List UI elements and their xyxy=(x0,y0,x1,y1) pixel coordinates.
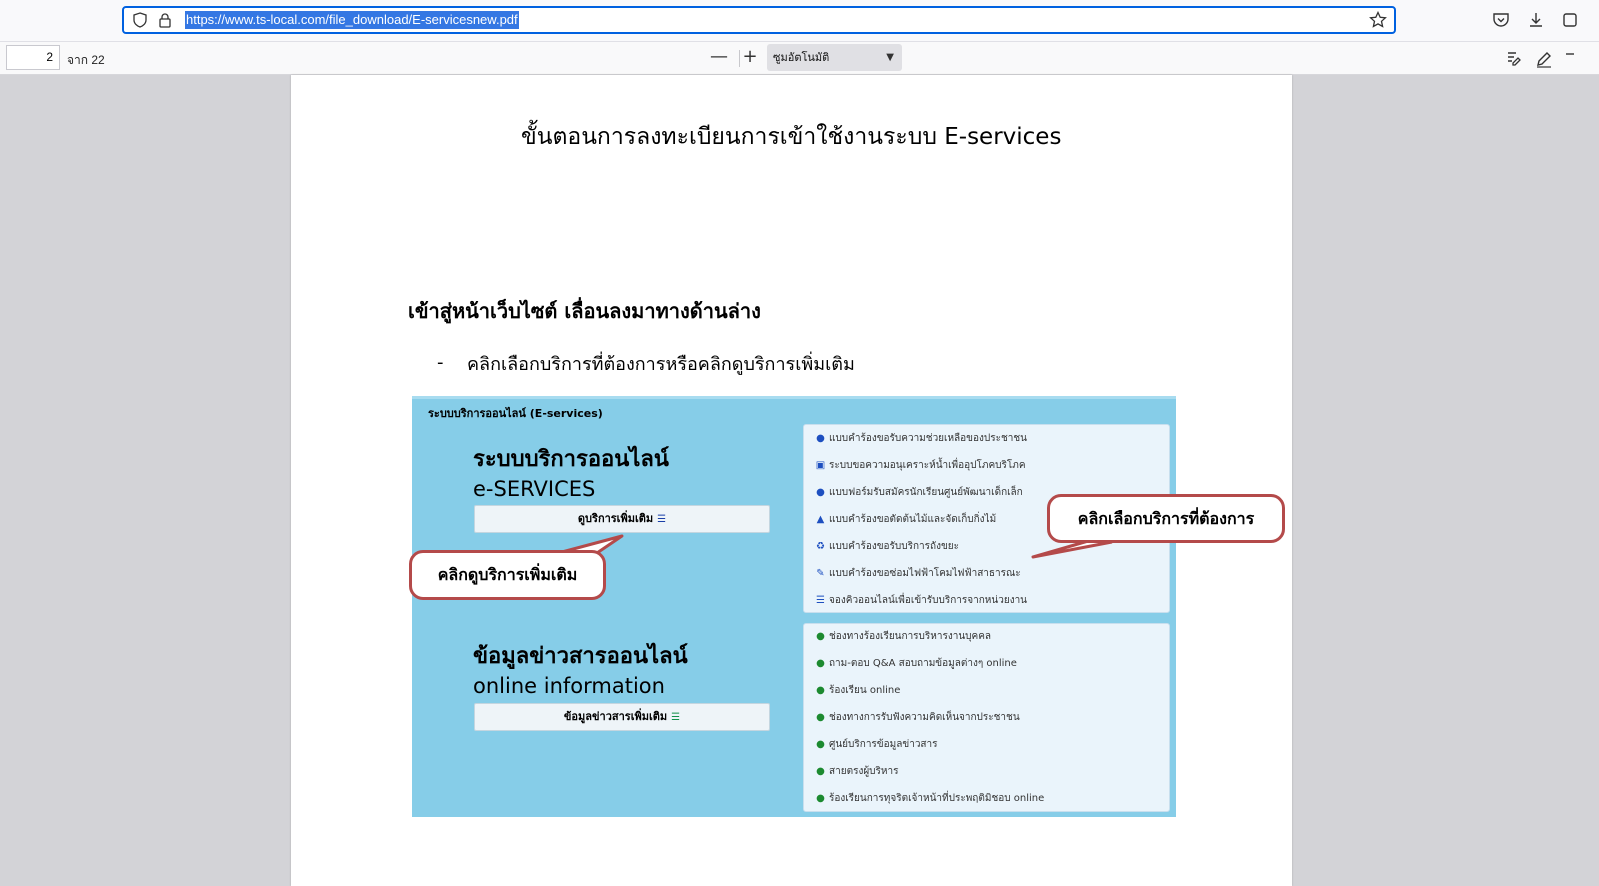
page-count-label: จาก 22 xyxy=(67,53,105,67)
list-item: ● ช่องทางการรับฟังความคิดเห็นจากประชาชน xyxy=(814,709,1020,727)
draw-pen-icon[interactable] xyxy=(1535,50,1553,68)
tracking-shield-icon[interactable] xyxy=(132,12,148,28)
users-icon: ● xyxy=(816,739,825,750)
more-info-button: ข้อมูลข่าวสารเพิ่มเติม ☰ xyxy=(474,703,770,731)
extensions-icon[interactable] xyxy=(1561,11,1579,29)
zoom-select-value: ซูมอัตโนมัติ xyxy=(773,51,830,64)
url-bar[interactable]: https://www.ts-local.com/file_download/E… xyxy=(122,6,1396,34)
document-title: ขั้นตอนการลงทะเบียนการเข้าใช้งานระบบ E-s… xyxy=(521,124,1062,150)
document-heading: เข้าสู่หน้าเว็บไซต์ เลื่อนลงมาทางด้านล่า… xyxy=(408,299,761,323)
download-icon[interactable] xyxy=(1527,11,1545,29)
more-tools-icon[interactable] xyxy=(1564,50,1582,68)
zoom-in-button[interactable]: + xyxy=(740,48,760,68)
pocket-icon[interactable] xyxy=(1492,11,1510,29)
pdf-toolbar: 2 จาก 22 — + ซูมอัตโนมัติ ▼ xyxy=(0,42,1599,75)
browser-navbar: https://www.ts-local.com/file_download/E… xyxy=(0,0,1599,42)
list-item: ● ร้องเรียนการทุจริตเจ้าหน้าที่ประพฤติมิช… xyxy=(814,790,1044,808)
page-number-input[interactable]: 2 xyxy=(6,45,60,70)
zoom-out-button[interactable]: — xyxy=(709,48,729,68)
callout-more-services: คลิกดูบริการเพิ่มเติม xyxy=(409,550,606,600)
lock-icon[interactable] xyxy=(157,12,173,28)
more-info-label: ข้อมูลข่าวสารเพิ่มเติม xyxy=(563,710,668,723)
info-subtitle: online information xyxy=(473,674,665,698)
users-icon: ● xyxy=(816,685,825,696)
chevron-down-icon: ▼ xyxy=(886,52,894,63)
zoom-select[interactable]: ซูมอัตโนมัติ ▼ xyxy=(767,44,902,71)
list-item: ● สายตรงผู้บริหาร xyxy=(814,763,898,781)
list-item: ● ร้องเรียน online xyxy=(814,682,900,700)
list-icon: ☰ xyxy=(671,712,681,723)
users-icon: ● xyxy=(816,793,825,804)
bookmark-star-icon[interactable] xyxy=(1369,11,1387,29)
edit-text-icon[interactable] xyxy=(1505,50,1523,68)
users-icon: ● xyxy=(816,766,825,777)
pdf-page: ขั้นตอนการลงทะเบียนการเข้าใช้งานระบบ E-s… xyxy=(291,75,1292,886)
bullet-text: คลิกเลือกบริการที่ต้องการหรือคลิกดูบริกา… xyxy=(467,354,855,375)
eservices-screenshot: ระบบบริการออนไลน์ (E-services) ระบบบริกา… xyxy=(409,396,1285,817)
users-icon: ● xyxy=(816,712,825,723)
bullet-dash: - xyxy=(437,352,444,373)
url-text[interactable]: https://www.ts-local.com/file_download/E… xyxy=(185,11,519,29)
list-item: ● ศูนย์บริการข้อมูลข่าวสาร xyxy=(814,736,937,754)
callout-select-service: คลิกเลือกบริการที่ต้องการ xyxy=(1047,494,1285,543)
